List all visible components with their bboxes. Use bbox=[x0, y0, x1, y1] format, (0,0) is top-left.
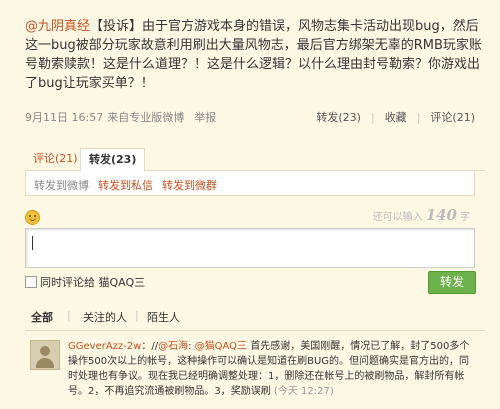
avatar[interactable] bbox=[30, 340, 60, 370]
also-comment-checkbox[interactable] bbox=[25, 276, 37, 288]
counter-prefix: 还可以输入 bbox=[372, 212, 423, 223]
subtab-to-weibo[interactable]: 转发到微博 bbox=[34, 177, 89, 193]
tab-comment[interactable]: 评论(21) bbox=[25, 148, 86, 170]
forward-time[interactable]: (今天 12:27) bbox=[274, 386, 334, 397]
filter-separator: | bbox=[135, 309, 139, 322]
filter-all[interactable]: 全部 bbox=[31, 309, 53, 325]
action-separator: | bbox=[416, 111, 421, 124]
text-caret bbox=[32, 236, 33, 250]
favorite-action[interactable]: 收藏 bbox=[385, 111, 407, 124]
filter-strangers[interactable]: 陌生人 bbox=[147, 309, 180, 325]
also-comment-label[interactable]: 同时评论给 猫QAQ三 bbox=[40, 274, 145, 290]
mention-link[interactable]: @猫QAQ三 bbox=[195, 341, 247, 352]
forward-item: GGeverAzz-2w：//@石海: @猫QAQ三 首先感谢，美国刚醒，情况已… bbox=[68, 339, 470, 399]
forward-subtabs: 转发到微博 转发到私信 转发到微群 bbox=[25, 171, 475, 196]
filter-separator: | bbox=[67, 309, 71, 322]
forward-filters: 全部 | 关注的人 | 陌生人 bbox=[25, 307, 485, 325]
post-meta: 9月11日 16:57 来自专业版微博 举报 转发(23) | 收藏 | 评论(21) bbox=[25, 107, 485, 125]
filter-following[interactable]: 关注的人 bbox=[83, 309, 127, 325]
forward-action[interactable]: 转发(23) bbox=[316, 111, 361, 124]
subtab-to-message[interactable]: 转发到私信 bbox=[98, 177, 153, 193]
post-time[interactable]: 9月11日 16:57 bbox=[25, 111, 103, 124]
reply-tabs: 评论(21) 转发(23) bbox=[25, 148, 485, 172]
forward-author-link[interactable]: GGeverAzz-2w bbox=[68, 341, 141, 352]
mention-link[interactable]: @石海 bbox=[158, 341, 188, 352]
post-text: @九阴真经【投诉】由于官方游戏本身的错误，风物志集卡活动出现bug，然后这一bu… bbox=[25, 17, 485, 93]
action-separator: | bbox=[370, 111, 375, 124]
comment-action[interactable]: 评论(21) bbox=[430, 111, 475, 124]
post-source[interactable]: 来自专业版微博 bbox=[107, 111, 184, 124]
char-counter: 还可以输入 140 字 bbox=[373, 206, 470, 224]
divider bbox=[25, 330, 485, 331]
counter-suffix: 字 bbox=[460, 212, 470, 223]
report-link[interactable]: 举报 bbox=[194, 111, 216, 124]
emoji-icon[interactable] bbox=[25, 210, 40, 225]
post-author-link[interactable]: @九阴真经 bbox=[25, 19, 90, 34]
post-tag: 【投诉】 bbox=[90, 19, 143, 34]
forward-send-button[interactable]: 转发 bbox=[428, 271, 476, 294]
tab-forward[interactable]: 转发(23) bbox=[80, 148, 146, 172]
subtab-to-group[interactable]: 转发到微群 bbox=[162, 177, 217, 193]
forward-textarea[interactable] bbox=[25, 228, 475, 268]
counter-value: 140 bbox=[425, 206, 457, 224]
forward-separator: ：// bbox=[141, 341, 159, 352]
